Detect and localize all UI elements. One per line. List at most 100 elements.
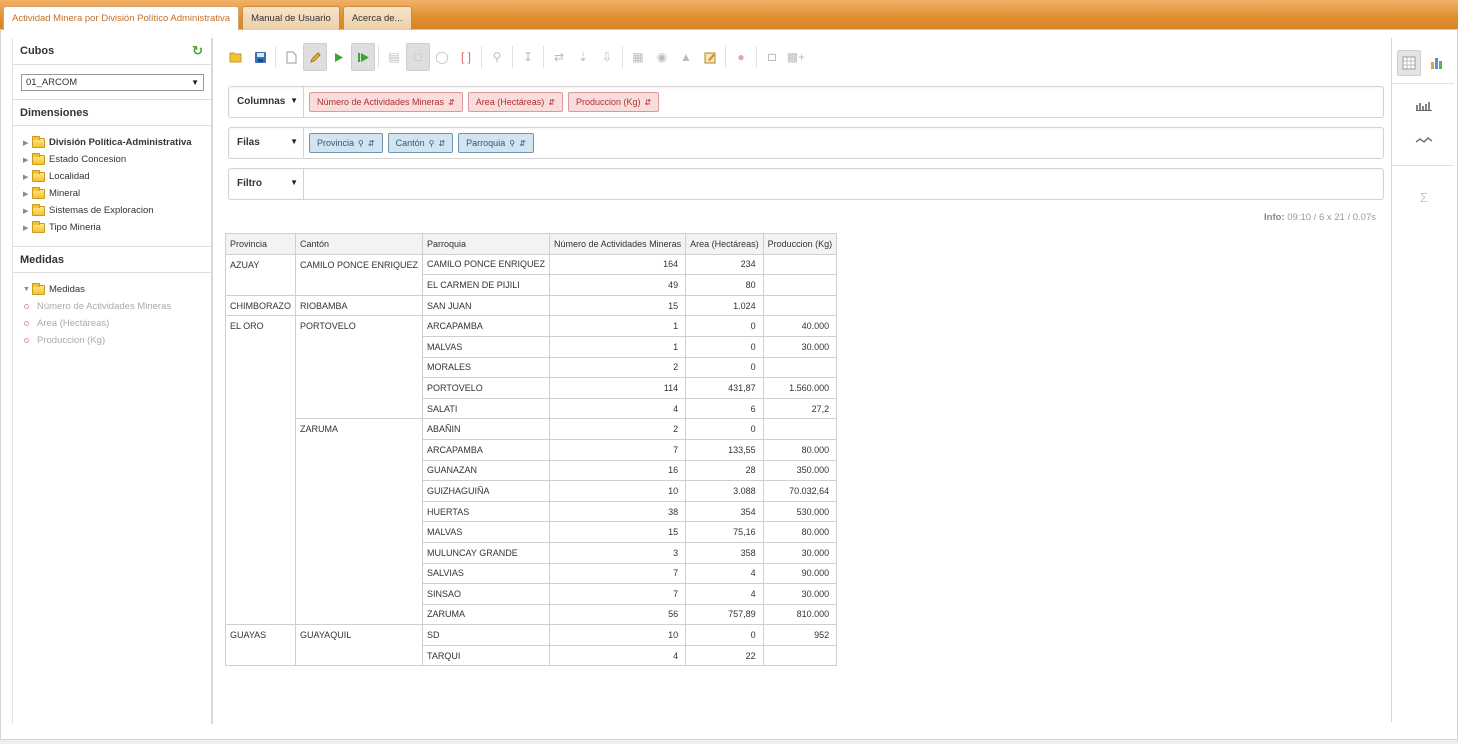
parroquia-cell[interactable]: ARCAPAMBA xyxy=(422,438,551,461)
sort-icon[interactable]: ⇵ xyxy=(645,98,652,107)
export-pdf-icon[interactable]: ▲ xyxy=(674,43,698,71)
refresh-icon[interactable]: ↻ xyxy=(192,44,203,58)
expand-caret-icon[interactable]: ▶ xyxy=(23,190,32,198)
expand-caret-icon[interactable]: ▶ xyxy=(23,156,32,164)
dimension-item[interactable]: ▶ Sistemas de Exploracion xyxy=(23,202,211,219)
column-chip[interactable]: Area (Hectáreas) ⇵ xyxy=(467,92,563,112)
collapse-caret-icon[interactable]: ▼ xyxy=(23,286,32,293)
edit-query-icon[interactable] xyxy=(303,43,327,71)
sort-icon[interactable]: ⇵ xyxy=(368,139,375,148)
automatic-execution-icon[interactable] xyxy=(351,43,375,71)
column-chip[interactable]: Produccion (Kg) ⇵ xyxy=(568,92,660,112)
parroquia-cell[interactable]: ZARUMA xyxy=(422,603,551,626)
line-chart-icon[interactable] xyxy=(1412,132,1436,148)
expand-caret-icon[interactable]: ▶ xyxy=(23,224,32,232)
sort-icon[interactable]: ⇵ xyxy=(438,139,445,148)
bar-chart-icon[interactable] xyxy=(1412,98,1436,114)
column-header[interactable]: Provincia xyxy=(224,233,297,255)
filter-zone-label[interactable]: Filtro ▼ xyxy=(229,169,304,199)
column-header[interactable]: Número de Actividades Mineras xyxy=(549,233,687,255)
canton-cell[interactable]: ZARUMA xyxy=(295,418,424,626)
tab-manual-de-usuario[interactable]: Manual de Usuario xyxy=(242,6,340,30)
drill-through-icon[interactable]: ⇩ xyxy=(595,43,619,71)
measures-folder[interactable]: ▼ Medidas xyxy=(23,281,211,298)
dimension-item[interactable]: ▶ Mineral xyxy=(23,185,211,202)
parroquia-cell[interactable]: SAN JUAN xyxy=(422,294,551,317)
non-empty-icon[interactable]: [ ] xyxy=(454,43,478,71)
parroquia-cell[interactable]: MALVAS xyxy=(422,521,551,543)
parroquia-cell[interactable]: ABAÑIN xyxy=(422,418,551,440)
drill-down-icon[interactable]: ↧ xyxy=(516,43,540,71)
row-chip[interactable]: Parroquia ⚲ ⇵ xyxy=(458,133,534,153)
add-chart-icon[interactable]: ▩+ xyxy=(784,43,808,71)
measure-item[interactable]: Produccion (Kg) xyxy=(23,332,211,349)
parroquia-cell[interactable]: EL CARMEN DE PIJILI xyxy=(422,274,551,296)
canton-cell[interactable]: CAMILO PONCE ENRIQUEZ xyxy=(295,253,424,296)
expand-caret-icon[interactable]: ▶ xyxy=(23,207,32,215)
canton-cell[interactable]: GUAYAQUIL xyxy=(295,624,424,667)
run-query-icon[interactable] xyxy=(327,43,351,71)
tab-actividad-minera[interactable]: Actividad Minera por División Político A… xyxy=(3,6,240,30)
column-header[interactable]: Area (Hectáreas) xyxy=(685,233,764,255)
search-icon[interactable]: ⚲ xyxy=(358,139,364,148)
dimension-item[interactable]: ▶ Estado Concesion xyxy=(23,151,211,168)
save-icon[interactable] xyxy=(248,43,272,71)
mdx-icon[interactable] xyxy=(698,43,722,71)
expand-caret-icon[interactable]: ▶ xyxy=(23,139,32,147)
province-cell[interactable]: EL ORO xyxy=(224,315,297,626)
measure-item[interactable]: Area (Hectáreas) xyxy=(23,315,211,332)
sort-icon[interactable]: ⇵ xyxy=(448,98,455,107)
rows-zone-label[interactable]: Filas ▼ xyxy=(229,128,304,158)
search-icon[interactable]: ⚲ xyxy=(429,139,435,148)
column-header[interactable]: Parroquia xyxy=(422,233,551,255)
search-icon[interactable]: ⚲ xyxy=(509,139,515,148)
sum-icon[interactable]: Σ xyxy=(1412,188,1436,206)
column-header[interactable]: Cantón xyxy=(295,233,424,255)
parroquia-cell[interactable]: GUANAZAN xyxy=(422,459,551,482)
province-cell[interactable]: AZUAY xyxy=(224,253,297,296)
parroquia-cell[interactable]: SALVIAS xyxy=(422,562,551,585)
hide-parents-icon[interactable]: ◯ xyxy=(430,43,454,71)
open-query-icon[interactable] xyxy=(224,43,248,71)
parroquia-cell[interactable]: ARCAPAMBA xyxy=(422,315,551,337)
columns-zone-label[interactable]: Columnas ▼ xyxy=(229,87,304,117)
parroquia-cell[interactable]: GUIZHAGUIÑA xyxy=(422,480,551,502)
row-chip[interactable]: Provincia ⚲ ⇵ xyxy=(309,133,383,153)
explain-query-icon[interactable]: ● xyxy=(729,43,753,71)
dimension-item[interactable]: ▶ División Política-Administrativa xyxy=(23,134,211,151)
columns-drop-zone[interactable]: Columnas ▼ Número de Actividades Mineras ⇵… xyxy=(228,86,1384,118)
sort-icon[interactable]: ⇵ xyxy=(519,139,526,148)
export-csv-icon[interactable]: ◉ xyxy=(650,43,674,71)
measure-item[interactable]: Número de Actividades Mineras xyxy=(23,298,211,315)
zoom-icon[interactable]: ⚲ xyxy=(485,43,509,71)
cube-select[interactable]: 01_ARCOM ▼ xyxy=(21,74,204,91)
tab-acerca-de[interactable]: Acerca de... xyxy=(342,6,412,30)
province-cell[interactable]: CHIMBORAZO xyxy=(224,294,297,317)
parroquia-cell[interactable]: MULUNCAY GRANDE xyxy=(422,541,551,564)
parroquia-cell[interactable]: PORTOVELO xyxy=(422,377,551,399)
parroquia-cell[interactable]: TARQUI xyxy=(422,644,551,667)
province-cell[interactable]: GUAYAS xyxy=(224,624,297,667)
column-chip[interactable]: Número de Actividades Mineras ⇵ xyxy=(309,92,463,112)
row-chip[interactable]: Cantón ⚲ ⇵ xyxy=(387,133,454,153)
parroquia-cell[interactable]: SINSAO xyxy=(422,583,551,605)
parroquia-cell[interactable]: SALATI xyxy=(422,397,551,420)
swap-axis-icon[interactable]: ⇄ xyxy=(547,43,571,71)
new-query-icon[interactable] xyxy=(279,43,303,71)
chart-view-icon[interactable] xyxy=(1425,50,1449,76)
rows-drop-zone[interactable]: Filas ▼ Provincia ⚲ ⇵ Cantón ⚲ ⇵ Parroquia ⚲ ⇵ xyxy=(228,127,1384,159)
dropdown-arrow-icon[interactable]: ▼ xyxy=(290,168,298,198)
canton-cell[interactable]: RIOBAMBA xyxy=(295,294,424,317)
parroquia-cell[interactable]: MORALES xyxy=(422,356,551,379)
expand-caret-icon[interactable]: ▶ xyxy=(23,173,32,181)
drill-across-icon[interactable]: ⇣ xyxy=(571,43,595,71)
toggle-sidebar-icon[interactable]: □ xyxy=(406,43,430,71)
parroquia-cell[interactable]: CAMILO PONCE ENRIQUEZ xyxy=(422,253,551,276)
sort-icon[interactable]: ⇵ xyxy=(548,98,555,107)
layout-icon[interactable]: □ xyxy=(760,43,784,71)
table-view-icon[interactable] xyxy=(1397,50,1421,76)
dropdown-arrow-icon[interactable]: ▼ xyxy=(290,86,298,116)
export-xls-icon[interactable]: ▦ xyxy=(626,43,650,71)
parroquia-cell[interactable]: MALVAS xyxy=(422,335,551,358)
filter-drop-zone[interactable]: Filtro ▼ xyxy=(228,168,1384,200)
